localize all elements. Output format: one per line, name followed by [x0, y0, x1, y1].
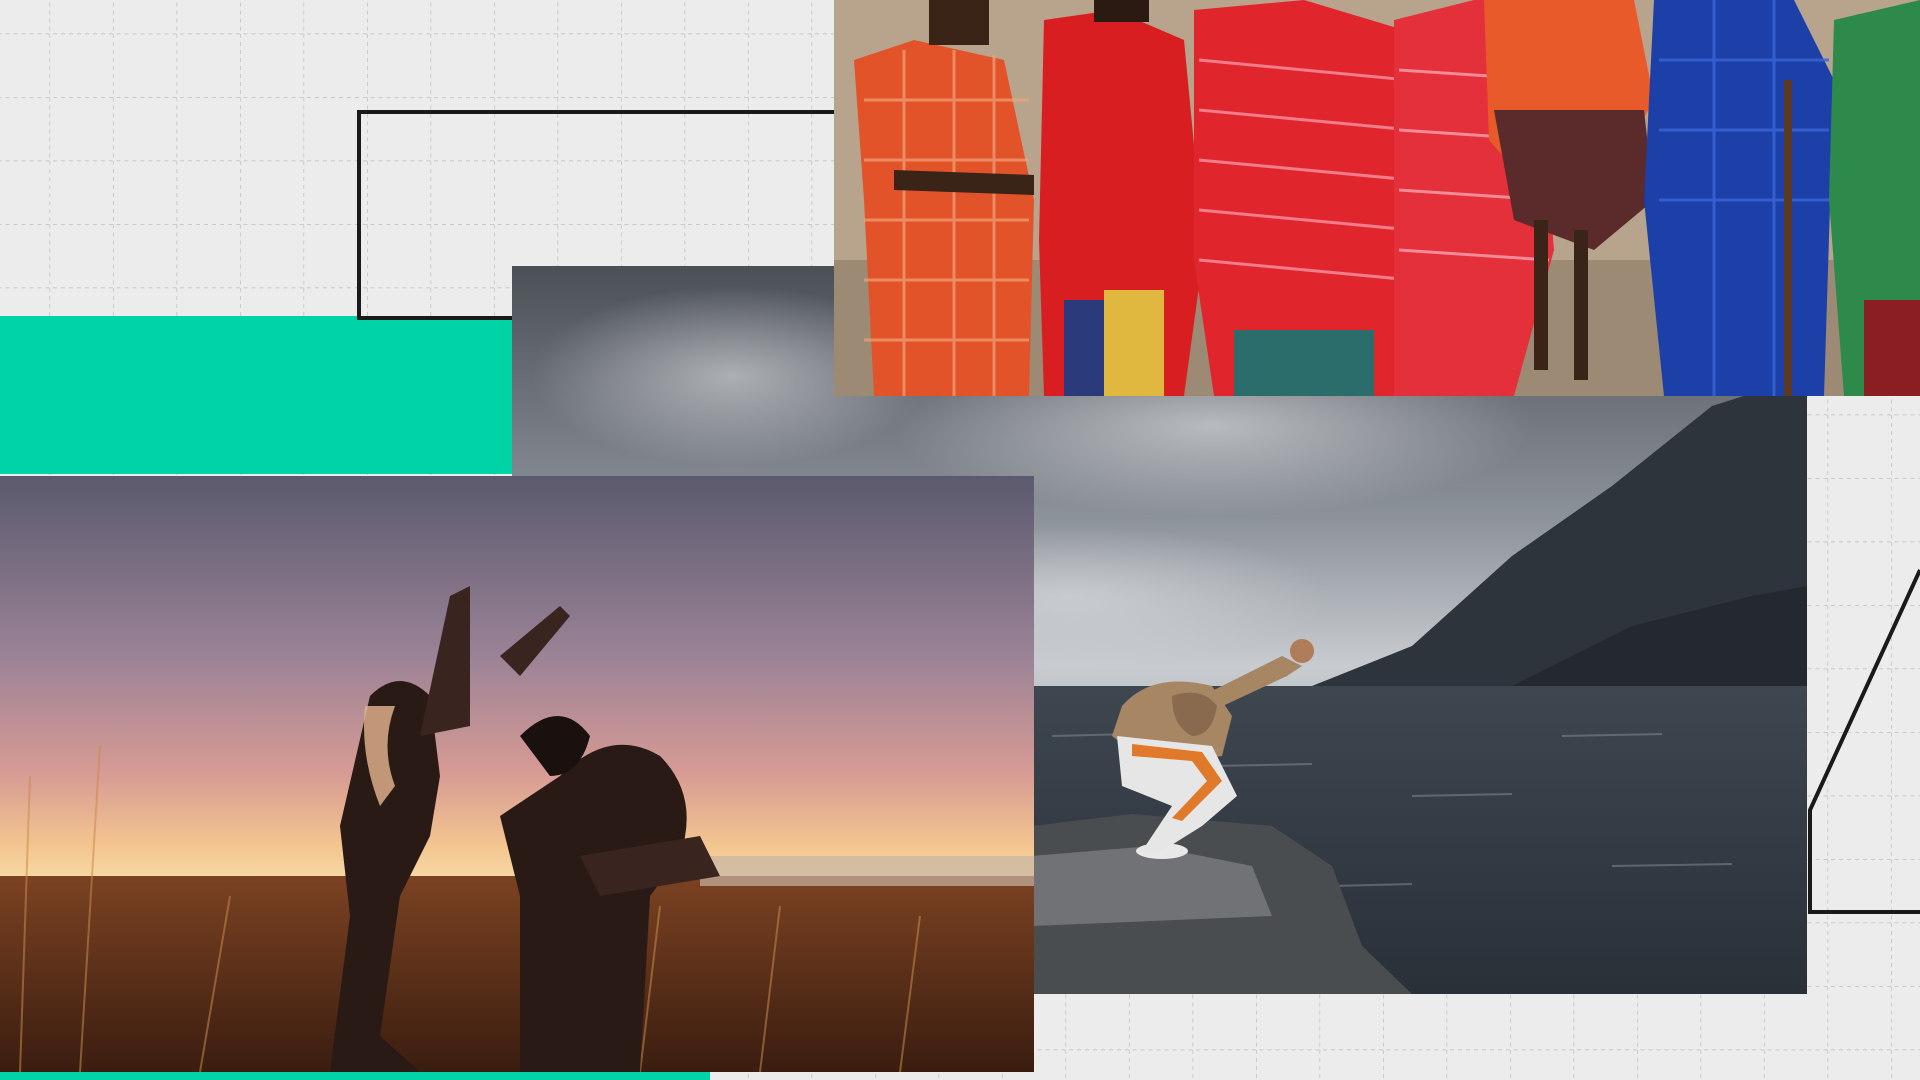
collage-stage — [0, 0, 1920, 1080]
teal-accent-strip — [0, 1072, 710, 1080]
outline-angle-right — [1808, 569, 1920, 914]
photo-maasai-group — [834, 0, 1920, 396]
photo-sunset-dancers — [0, 476, 1034, 1072]
teal-accent-block — [0, 316, 512, 474]
